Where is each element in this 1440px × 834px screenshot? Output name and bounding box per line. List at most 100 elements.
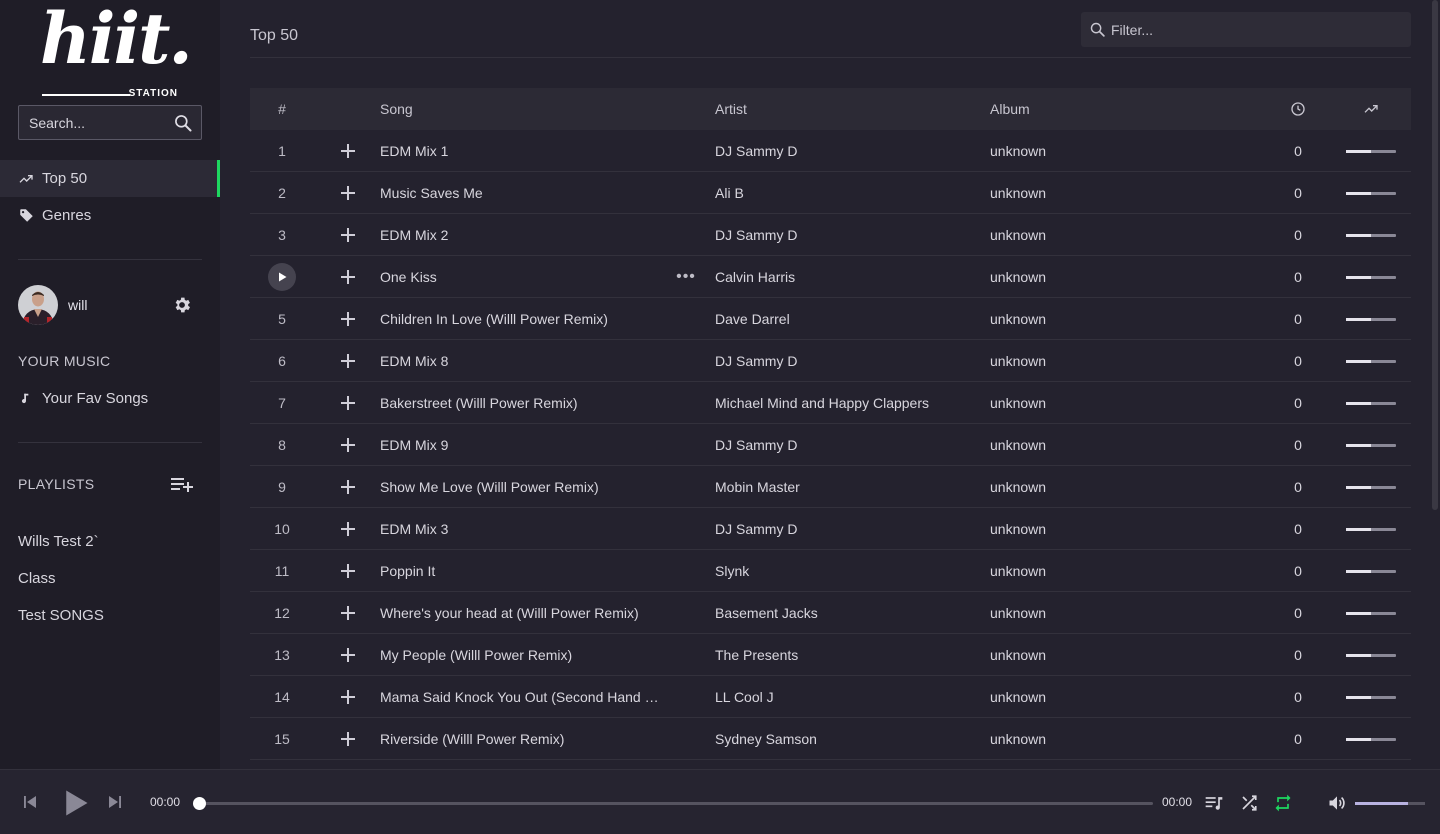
trend-bar bbox=[1346, 191, 1396, 195]
table-row[interactable]: 7 Bakerstreet (Willl Power Remix) Michael … bbox=[250, 382, 1411, 424]
playlist-item[interactable]: Test SONGS bbox=[18, 607, 104, 624]
playlist-item[interactable]: Wills Test 2` bbox=[18, 533, 99, 550]
row-artist[interactable]: DJ Sammy D bbox=[715, 424, 985, 466]
add-to-playlist-button[interactable] bbox=[337, 340, 359, 382]
sidebar-item-top-50[interactable]: Top 50 bbox=[0, 160, 220, 197]
row-song[interactable]: My People (Willl Power Remix) bbox=[380, 634, 660, 676]
volume-button[interactable] bbox=[1326, 792, 1348, 814]
add-to-playlist-button[interactable] bbox=[337, 550, 359, 592]
add-to-playlist-button[interactable] bbox=[337, 298, 359, 340]
add-to-playlist-button[interactable] bbox=[337, 214, 359, 256]
row-artist[interactable]: Basement Jacks bbox=[715, 592, 985, 634]
add-to-playlist-button[interactable] bbox=[337, 130, 359, 172]
row-song[interactable]: EDM Mix 1 bbox=[380, 130, 660, 172]
add-to-playlist-button[interactable] bbox=[337, 172, 359, 214]
play-button[interactable] bbox=[58, 786, 92, 820]
row-song[interactable]: Show Me Love (Willl Power Remix) bbox=[380, 466, 660, 508]
row-plays: 0 bbox=[1294, 731, 1302, 747]
column-header-song[interactable]: Song bbox=[380, 88, 660, 130]
table-row[interactable]: 8 EDM Mix 9 DJ Sammy D unknown 0 bbox=[250, 424, 1411, 466]
row-artist[interactable]: Michael Mind and Happy Clappers bbox=[715, 382, 985, 424]
column-header-number[interactable]: # bbox=[250, 88, 314, 130]
row-more-button[interactable]: ••• bbox=[675, 256, 697, 298]
row-play-button[interactable] bbox=[268, 263, 296, 291]
table-row[interactable]: 3 EDM Mix 2 DJ Sammy D unknown 0 bbox=[250, 214, 1411, 256]
table-row[interactable]: 9 Show Me Love (Willl Power Remix) Mobin M… bbox=[250, 466, 1411, 508]
table-row[interactable]: 11 Poppin It Slynk unknown 0 bbox=[250, 550, 1411, 592]
sidebar-item-your-fav-songs[interactable]: Your Fav Songs bbox=[0, 380, 220, 417]
volume-slider[interactable] bbox=[1355, 802, 1425, 805]
table-row[interactable]: 14 Mama Said Knock You Out (Second Hand …… bbox=[250, 676, 1411, 718]
table-row[interactable]: 13 My People (Willl Power Remix) The Prese… bbox=[250, 634, 1411, 676]
column-header-artist[interactable]: Artist bbox=[715, 88, 985, 130]
add-to-playlist-button[interactable] bbox=[337, 676, 359, 718]
row-plays: 0 bbox=[1294, 437, 1302, 453]
plus-icon bbox=[341, 480, 355, 494]
row-number: 9 bbox=[278, 479, 286, 495]
row-song[interactable]: Riverside (Willl Power Remix) bbox=[380, 718, 660, 760]
scrollbar[interactable] bbox=[1432, 0, 1438, 510]
sidebar-item-genres[interactable]: Genres bbox=[0, 197, 220, 234]
sidebar-search bbox=[18, 105, 202, 140]
previous-button[interactable] bbox=[20, 792, 40, 812]
row-artist[interactable]: The Presents bbox=[715, 634, 985, 676]
shuffle-button[interactable] bbox=[1238, 792, 1260, 814]
next-button[interactable] bbox=[105, 792, 125, 812]
table-row[interactable]: 12 Where's your head at (Willl Power Remi… bbox=[250, 592, 1411, 634]
progress-knob[interactable] bbox=[193, 797, 206, 810]
row-song[interactable]: EDM Mix 8 bbox=[380, 340, 660, 382]
row-artist[interactable]: Sydney Samson bbox=[715, 718, 985, 760]
row-song[interactable]: Poppin It bbox=[380, 550, 660, 592]
add-to-playlist-button[interactable] bbox=[337, 424, 359, 466]
row-artist[interactable]: DJ Sammy D bbox=[715, 508, 985, 550]
row-artist[interactable]: Slynk bbox=[715, 550, 985, 592]
row-song[interactable]: Children In Love (Willl Power Remix) bbox=[380, 298, 660, 340]
playlist-item[interactable]: Class bbox=[18, 570, 56, 587]
table-row[interactable]: 10 EDM Mix 3 DJ Sammy D unknown 0 bbox=[250, 508, 1411, 550]
row-artist[interactable]: LL Cool J bbox=[715, 676, 985, 718]
progress-bar[interactable] bbox=[198, 802, 1153, 805]
add-to-playlist-button[interactable] bbox=[337, 634, 359, 676]
row-song[interactable]: EDM Mix 2 bbox=[380, 214, 660, 256]
row-song[interactable]: EDM Mix 3 bbox=[380, 508, 660, 550]
add-to-playlist-button[interactable] bbox=[337, 592, 359, 634]
table-row[interactable]: 6 EDM Mix 8 DJ Sammy D unknown 0 bbox=[250, 340, 1411, 382]
table-row[interactable]: 2 Music Saves Me Ali B unknown 0 bbox=[250, 172, 1411, 214]
add-to-playlist-button[interactable] bbox=[337, 466, 359, 508]
table-row[interactable]: 15 Riverside (Willl Power Remix) Sydney Sa… bbox=[250, 718, 1411, 760]
row-song[interactable]: One Kiss bbox=[380, 256, 660, 298]
add-to-playlist-button[interactable] bbox=[337, 718, 359, 760]
filter-input[interactable] bbox=[1111, 12, 1401, 47]
row-artist[interactable]: DJ Sammy D bbox=[715, 340, 985, 382]
row-artist[interactable]: Calvin Harris bbox=[715, 256, 985, 298]
add-playlist-icon[interactable] bbox=[171, 475, 193, 493]
row-song[interactable]: Mama Said Knock You Out (Second Hand … bbox=[380, 676, 660, 718]
row-song[interactable]: EDM Mix 9 bbox=[380, 424, 660, 466]
add-to-playlist-button[interactable] bbox=[337, 508, 359, 550]
table-row[interactable]: 1 EDM Mix 1 DJ Sammy D unknown 0 bbox=[250, 130, 1411, 172]
column-header-duration[interactable] bbox=[1280, 88, 1316, 130]
search-input[interactable] bbox=[19, 106, 169, 139]
queue-button[interactable] bbox=[1203, 792, 1225, 814]
row-artist[interactable]: Mobin Master bbox=[715, 466, 985, 508]
row-artist[interactable]: Ali B bbox=[715, 172, 985, 214]
hiit-station-logo[interactable]: hiit. STATION bbox=[36, 4, 193, 100]
row-song[interactable]: Where's your head at (Willl Power Remix) bbox=[380, 592, 660, 634]
search-icon[interactable] bbox=[173, 113, 193, 133]
table-row[interactable]: 5 Children In Love (Willl Power Remix) Dav… bbox=[250, 298, 1411, 340]
table-row[interactable]: One Kiss ••• Calvin Harris unknown 0 bbox=[250, 256, 1411, 298]
avatar[interactable] bbox=[18, 285, 58, 325]
filter-box bbox=[1081, 12, 1411, 47]
row-artist[interactable]: DJ Sammy D bbox=[715, 130, 985, 172]
row-song[interactable]: Bakerstreet (Willl Power Remix) bbox=[380, 382, 660, 424]
row-artist[interactable]: Dave Darrel bbox=[715, 298, 985, 340]
row-song[interactable]: Music Saves Me bbox=[380, 172, 660, 214]
column-header-trend[interactable] bbox=[1346, 88, 1396, 130]
add-to-playlist-button[interactable] bbox=[337, 382, 359, 424]
repeat-button[interactable] bbox=[1272, 792, 1294, 814]
column-header-album[interactable]: Album bbox=[990, 88, 1190, 130]
add-to-playlist-button[interactable] bbox=[337, 256, 359, 298]
plus-icon bbox=[341, 270, 355, 284]
row-artist[interactable]: DJ Sammy D bbox=[715, 214, 985, 256]
gear-icon[interactable] bbox=[172, 295, 192, 315]
